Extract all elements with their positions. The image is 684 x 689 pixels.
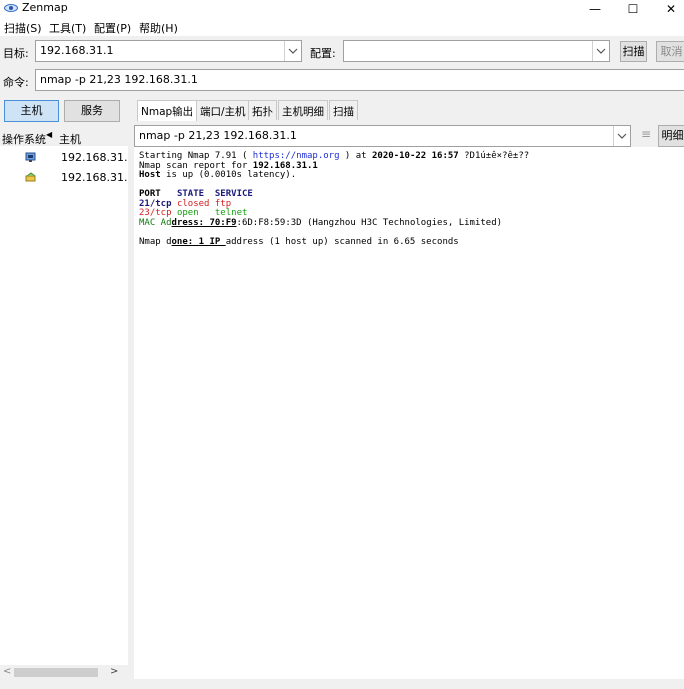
command-value: nmap -p 21,23 192.168.31.1 [40,73,198,86]
title-bar: Zenmap — ☐ ✕ [0,0,684,18]
profile-label: 配置: [310,47,336,60]
nmap-output-text[interactable]: Starting Nmap 7.91 ( https://nmap.org ) … [134,147,684,679]
output-line: MAC Address: 70:F9:6D:F8:59:3D (Hangzhou… [139,217,503,228]
command-input[interactable]: nmap -p 21,23 192.168.31.1 [35,69,684,91]
services-tab-button[interactable]: 服务 [64,100,120,122]
hosts-tab-button[interactable]: 主机 [4,100,59,122]
target-combobox[interactable]: 192.168.31.1 [35,40,302,62]
chevron-down-icon [288,48,298,54]
output-line: 23/tcp open telnet [139,208,248,218]
tab-ports-hosts[interactable]: 端口/主机 [196,100,250,120]
menu-bar: 扫描(S) 工具(T) 配置(P) 帮助(H) [0,18,684,36]
host-ip: 192.168.31.4 [61,171,128,184]
host-unknown-icon [25,172,36,182]
menu-scan[interactable]: 扫描(S) [4,20,42,36]
host-column-header[interactable]: 主机 [59,131,81,147]
window-title: Zenmap [22,1,68,14]
output-line: Host is up (0.0010s latency). [139,170,297,180]
profile-dropdown-button[interactable] [592,41,609,61]
maximize-button[interactable]: ☐ [618,0,648,18]
command-label: 命令: [3,76,29,89]
target-label: 目标: [3,47,29,60]
close-button[interactable]: ✕ [656,0,684,18]
scroll-left-arrow-icon[interactable]: < [3,666,11,677]
chevron-down-icon [596,48,606,54]
network-device-icon [25,152,36,162]
host-row[interactable]: 192.168.31.4 [0,170,128,186]
menu-help[interactable]: 帮助(H) [139,20,178,36]
output-scan-selector[interactable]: nmap -p 21,23 192.168.31.1 [134,125,631,147]
chevron-down-icon [617,133,627,139]
menu-profile[interactable]: 配置(P) [94,20,131,36]
menu-tools[interactable]: 工具(T) [49,20,86,36]
tab-nmap-output[interactable]: Nmap输出 [137,100,198,121]
host-list-scrollbar[interactable]: < > [0,665,128,681]
minimize-button[interactable]: — [580,0,610,18]
output-line: Starting Nmap 7.91 ( https://nmap.org ) … [139,151,530,161]
output-line: Nmap scan report for 192.168.31.1 [139,160,318,171]
output-line: Nmap done: 1 IP address (1 host up) scan… [139,236,459,247]
host-row[interactable]: 192.168.31.1 [0,150,128,166]
scroll-right-arrow-icon[interactable]: > [110,666,118,677]
output-line: 21/tcp closed ftp [139,198,232,209]
sort-arrow-icon: ◀ [46,130,53,139]
host-ip: 192.168.31.1 [61,151,128,164]
tab-host-details[interactable]: 主机明细 [278,100,328,120]
output-dropdown-button[interactable] [613,126,630,146]
zenmap-eye-icon [4,4,18,12]
target-value: 192.168.31.1 [40,44,114,57]
cancel-button[interactable]: 取消 [656,41,684,62]
tab-scans[interactable]: 扫描 [329,100,358,120]
host-list-header: 操作系统 ◀ 主机 [0,128,128,146]
host-list: 192.168.31.1 192.168.31.4 [0,146,128,666]
scrollbar-thumb[interactable] [14,668,98,677]
output-line: PORT STATE SERVICE [139,189,253,199]
details-button[interactable]: 明细 [658,125,684,147]
target-dropdown-button[interactable] [284,41,301,61]
output-scan-value: nmap -p 21,23 192.168.31.1 [139,129,297,142]
grip-separator-icon: ≡ [641,127,652,141]
scan-button[interactable]: 扫描 [620,41,647,62]
os-column-header[interactable]: 操作系统 [2,131,46,147]
profile-combobox[interactable] [343,40,610,62]
tab-topology[interactable]: 拓扑 [248,100,277,120]
